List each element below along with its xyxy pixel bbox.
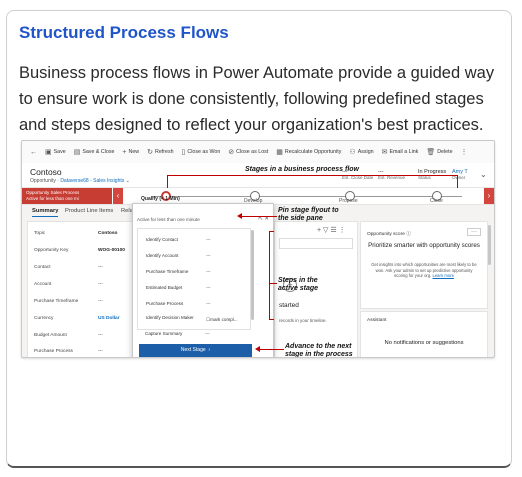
steps-bracket-bottom xyxy=(269,319,274,320)
steps-bracket xyxy=(269,231,270,319)
new-button[interactable]: + New xyxy=(122,149,139,156)
pin-arrow-head xyxy=(237,213,242,219)
stages-line-left xyxy=(167,175,168,188)
stage-label-close: Close xyxy=(430,198,443,204)
advance-arrow-head xyxy=(255,346,260,352)
score-body: Get insights into which opportunities ar… xyxy=(371,262,477,278)
annotation-advance: Advance to the next stage in the process xyxy=(285,343,353,358)
recalculate-button[interactable]: ▦ Recalculate Opportunity xyxy=(276,148,341,156)
assistant-title: Assistant xyxy=(367,318,387,323)
refresh-icon: ↻ xyxy=(147,149,153,156)
crm-screenshot: ← ▣ Save ▤ Save & Close + New ↻ Refresh ▯ Clo… xyxy=(21,140,495,358)
save-close-button[interactable]: ▤ Save & Close xyxy=(74,148,115,156)
step-identify-contact[interactable]: Identify Contact --- xyxy=(146,237,246,242)
stages-line-top xyxy=(167,175,457,176)
stages-line-right xyxy=(457,175,458,188)
record-name: Contoso xyxy=(30,167,62,177)
process-line xyxy=(152,196,462,197)
record-subtitle: Opportunity · Dataverse68 - Sales Insigh… xyxy=(30,178,130,184)
calculator-icon: ▦ xyxy=(276,149,283,156)
delete-button[interactable]: 🗑 Delete xyxy=(426,148,452,156)
more-icon: ⋮ xyxy=(460,149,468,156)
timeline-toolbar-icons[interactable]: + ▽ ☰ ⋮ xyxy=(317,226,346,234)
save-icon: ▣ xyxy=(45,149,52,156)
stage-label-qualify: Qualify (< 1 Min) xyxy=(141,196,180,202)
card-body: Business process flows in Power Automate… xyxy=(19,64,495,134)
save-close-icon: ▤ xyxy=(73,149,81,156)
assign-button[interactable]: ⚇ Assign xyxy=(349,148,373,156)
trash-icon: 🗑 xyxy=(426,149,436,156)
close-lost-button[interactable]: ⊘ Close as Lost xyxy=(228,148,268,156)
block-icon: ⊘ xyxy=(228,149,235,156)
tab-summary[interactable]: Summary xyxy=(32,208,59,217)
step-purchase-process[interactable]: Purchase Process --- xyxy=(146,301,246,306)
expand-header-icon[interactable]: ⌄ xyxy=(480,170,487,179)
chevron-right-icon: › xyxy=(208,347,211,353)
back-arrow-icon: ← xyxy=(30,148,37,156)
person-icon: ⚇ xyxy=(349,149,356,156)
card-title: Structured Process Flows xyxy=(19,23,229,42)
tab-product-line-items[interactable]: Product Line Items xyxy=(65,208,113,214)
stage-label-propose: Propose xyxy=(339,198,358,204)
opportunity-score-panel: Opportunity score ⓘ ··· Prioritize smart… xyxy=(360,221,488,309)
score-headline: Prioritize smarter with opportunity scor… xyxy=(368,242,480,249)
step-estimated-budget[interactable]: Estimated Budget --- xyxy=(146,285,246,290)
close-won-button[interactable]: ▯ Close as Won xyxy=(182,148,221,156)
mail-icon: ✉ xyxy=(381,149,388,156)
pin-arrow-line xyxy=(241,216,277,217)
steps-bracket-tick xyxy=(270,283,277,284)
save-button[interactable]: ▣ Save xyxy=(45,148,66,156)
step-identify-account[interactable]: Identify Account --- xyxy=(146,253,246,258)
timeline-started-text: started xyxy=(279,302,299,309)
advance-arrow-line xyxy=(259,349,284,350)
annotation-pin: Pin stage flyout to the side pane xyxy=(278,207,339,222)
plus-icon: + xyxy=(122,148,127,156)
score-title: Opportunity score ⓘ xyxy=(367,232,412,237)
annotation-stages: Stages in a business process flow xyxy=(245,166,359,173)
annotation-steps: Steps in the active stage xyxy=(278,277,319,292)
stage-flyout: Active for less than one minute ⇱ ✕ Iden… xyxy=(132,203,274,357)
next-stage-button[interactable]: Next Stage › xyxy=(139,344,252,357)
process-name-box[interactable]: Opportunity Sales Process Active for les… xyxy=(22,188,112,204)
score-more-button[interactable]: ··· xyxy=(467,228,481,236)
step-identify-decision-maker[interactable]: Identify Decision Maker xyxy=(146,315,202,321)
mark-complete-checkbox[interactable]: ☐mark compl... xyxy=(206,317,252,323)
email-link-button[interactable]: ✉ Email a Link xyxy=(382,148,419,156)
trophy-icon: ▯ xyxy=(181,149,186,156)
form-selector[interactable]: Dataverse68 - Sales Insights xyxy=(60,178,124,184)
next-stage-chevron-icon[interactable]: › xyxy=(484,188,494,204)
refresh-button[interactable]: ↻ Refresh xyxy=(147,148,173,156)
back-button[interactable]: ← xyxy=(30,149,37,156)
assistant-empty-text: No notifications or suggestions xyxy=(384,340,464,346)
step-purchase-timeframe[interactable]: Purchase Timeframe --- xyxy=(146,269,246,274)
assistant-panel: Assistant No notifications or suggestion… xyxy=(360,311,488,357)
step-list: Identify Contact --- Identify Account --- … xyxy=(137,228,251,330)
learn-more-link[interactable]: Learn more xyxy=(433,273,454,278)
flyout-active-time: Active for less than one minute xyxy=(137,217,200,222)
step-capture-summary[interactable]: Capture Summary --- xyxy=(145,331,245,336)
timeline-records-text: records in your timeline. xyxy=(279,318,327,323)
command-bar: ← ▣ Save ▤ Save & Close + New ↻ Refresh ▯ Clo… xyxy=(22,141,494,164)
steps-bracket-top xyxy=(269,231,274,232)
more-button[interactable]: ⋮ xyxy=(461,148,468,156)
flyout-scrollbar[interactable] xyxy=(251,230,254,320)
prev-stage-icon[interactable]: ‹ xyxy=(113,188,123,204)
page-scrollbar[interactable] xyxy=(488,225,491,265)
timeline-search-input[interactable] xyxy=(279,238,353,249)
